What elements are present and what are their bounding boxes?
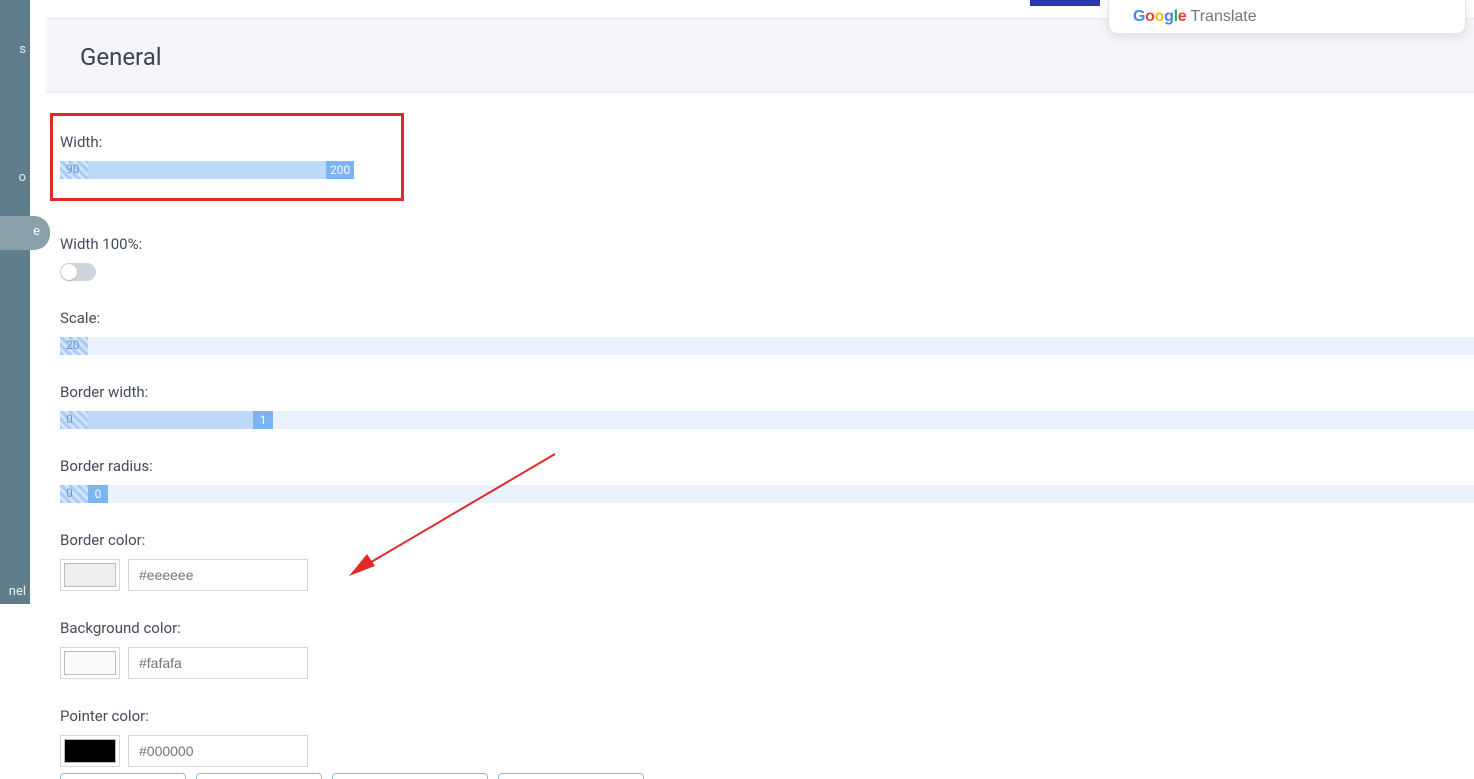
slider-min-label: 20 (66, 338, 80, 352)
google-translate-popup[interactable]: Google Translate (1108, 0, 1466, 34)
slider-min-label: 0 (66, 486, 73, 500)
swatch-inner (64, 563, 116, 587)
border-color-swatch[interactable] (60, 559, 120, 591)
sidebar-item-fragment[interactable]: o (19, 170, 26, 185)
background-color-input[interactable] (128, 647, 308, 679)
slider-thumb[interactable]: 200 (326, 161, 354, 179)
slider-min-label: 0 (66, 412, 73, 426)
bottom-buttons-row (60, 773, 644, 779)
sidebar-item-active[interactable]: e (0, 216, 50, 250)
pointer-color-label: Pointer color: (60, 707, 1474, 725)
sidebar-item-fragment[interactable]: nel (9, 584, 26, 599)
button-fragment[interactable] (332, 773, 488, 779)
sidebar: s o nel (0, 0, 30, 604)
slider-thumb[interactable]: 1 (253, 411, 273, 429)
border-color-label: Border color: (60, 531, 1474, 549)
pointer-color-swatch[interactable] (60, 735, 120, 767)
button-fragment[interactable] (498, 773, 644, 779)
swatch-inner (64, 651, 116, 675)
slider-thumb[interactable]: 0 (88, 485, 108, 503)
border-radius-slider[interactable]: 0 0 (60, 485, 1474, 503)
pointer-color-input[interactable] (128, 735, 308, 767)
border-width-label: Border width: (60, 383, 1474, 401)
slider-min-label: 90 (66, 162, 80, 176)
scale-slider[interactable]: 20 (60, 337, 1474, 355)
border-width-slider[interactable]: 0 1 (60, 411, 1474, 429)
slider-fill (88, 161, 328, 179)
background-color-swatch[interactable] (60, 647, 120, 679)
google-translate-label: Google Translate (1133, 8, 1257, 26)
button-fragment[interactable] (60, 773, 186, 779)
border-color-input[interactable] (128, 559, 308, 591)
button-fragment[interactable] (196, 773, 322, 779)
sidebar-item-label: e (33, 224, 40, 239)
background-color-label: Background color: (60, 619, 1474, 637)
slider-fill (88, 411, 253, 429)
width100-label: Width 100%: (60, 235, 1474, 253)
width-label: Width: (60, 133, 396, 151)
toggle-knob (61, 264, 77, 280)
width-slider[interactable]: 90 200 (60, 161, 354, 179)
sidebar-item-fragment[interactable]: s (19, 42, 26, 57)
slider-min-zone (60, 485, 88, 503)
slider-min-zone (60, 411, 88, 429)
scale-label: Scale: (60, 309, 1474, 327)
header-button-fragment[interactable] (1030, 0, 1100, 6)
border-radius-label: Border radius: (60, 457, 1474, 475)
settings-form: Width: 90 200 Width 100%: Scale: 20 Bord… (46, 93, 1474, 779)
width100-toggle[interactable] (60, 263, 96, 281)
swatch-inner (64, 739, 116, 763)
